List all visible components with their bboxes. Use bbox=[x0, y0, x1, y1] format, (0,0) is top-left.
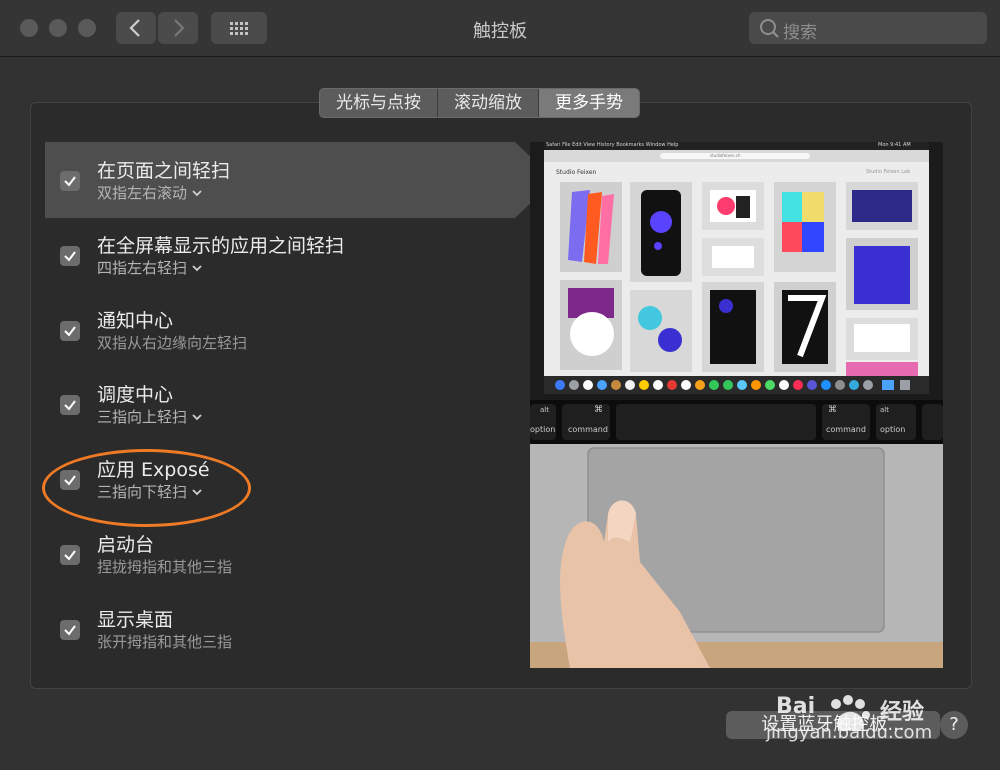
gesture-description: 双指从右边缘向左轻扫 bbox=[97, 334, 248, 352]
gesture-description: 捏拢拇指和其他三指 bbox=[97, 558, 233, 576]
gesture-option-label: 三指向上轻扫 bbox=[97, 408, 188, 426]
checkmark-icon bbox=[64, 625, 76, 636]
key-label: command bbox=[568, 425, 608, 434]
title-bar: 触控板 搜索 bbox=[0, 0, 1000, 57]
key-label: ⌘ bbox=[594, 405, 603, 415]
chevron-down-icon bbox=[192, 264, 202, 271]
checkmark-icon bbox=[64, 550, 76, 561]
search-icon bbox=[760, 19, 779, 38]
tab-more-gestures[interactable]: 更多手势 bbox=[539, 89, 639, 117]
gesture-title: 显示桌面 bbox=[97, 609, 174, 631]
checkmark-icon bbox=[64, 400, 76, 411]
preview-clock: Mon 9:41 AM bbox=[878, 142, 911, 148]
gesture-option-dropdown[interactable]: 三指向上轻扫 bbox=[97, 406, 203, 427]
gesture-title: 在页面之间轻扫 bbox=[97, 160, 231, 182]
checkmark-icon bbox=[64, 326, 76, 337]
search-placeholder: 搜索 bbox=[783, 23, 817, 43]
mission-control-checkbox[interactable] bbox=[60, 395, 80, 415]
fullscreen-apps-checkbox[interactable] bbox=[60, 246, 80, 266]
gesture-preview-illustration bbox=[530, 142, 943, 668]
search-field[interactable]: 搜索 bbox=[749, 12, 987, 44]
gesture-title: 调度中心 bbox=[97, 384, 174, 406]
gesture-description: 张开拇指和其他三指 bbox=[97, 633, 233, 651]
watermark-url: jingyan.baidu.com bbox=[766, 722, 933, 743]
gesture-title: 启动台 bbox=[97, 534, 155, 556]
tab-scroll-zoom[interactable]: 滚动缩放 bbox=[438, 89, 539, 117]
checkmark-icon bbox=[64, 176, 76, 187]
key-label: option bbox=[530, 425, 556, 434]
gesture-row-show-desktop[interactable]: 显示桌面 张开拇指和其他三指 bbox=[45, 591, 515, 667]
checkmark-icon bbox=[64, 251, 76, 262]
watermark-brand: Bai bbox=[776, 694, 816, 719]
preview-site-right: Studio Feixen Lab bbox=[866, 169, 911, 175]
key-label: alt bbox=[880, 406, 889, 414]
annotation-circle bbox=[42, 449, 251, 527]
show-desktop-checkbox[interactable] bbox=[60, 620, 80, 640]
key-label: alt bbox=[540, 406, 549, 414]
preview-menubar: Safari File Edit View History Bookmarks … bbox=[546, 142, 679, 148]
key-label: command bbox=[826, 425, 866, 434]
swipe-pages-checkbox[interactable] bbox=[60, 171, 80, 191]
gesture-option-label: 四指左右轻扫 bbox=[97, 259, 188, 277]
key-label: ⌘ bbox=[828, 405, 837, 415]
gesture-row-launchpad[interactable]: 启动台 捏拢拇指和其他三指 bbox=[45, 516, 515, 592]
gesture-row-fullscreen-apps[interactable]: 在全屏幕显示的应用之间轻扫 四指左右轻扫 bbox=[45, 217, 515, 293]
preview-site-title: Studio Feixen bbox=[556, 169, 597, 176]
gesture-title: 通知中心 bbox=[97, 310, 174, 332]
notification-center-checkbox[interactable] bbox=[60, 321, 80, 341]
gesture-title: 在全屏幕显示的应用之间轻扫 bbox=[97, 235, 345, 257]
gesture-option-dropdown[interactable]: 四指左右轻扫 bbox=[97, 257, 203, 278]
gesture-option-label: 双指左右滚动 bbox=[97, 184, 188, 202]
launchpad-checkbox[interactable] bbox=[60, 545, 80, 565]
gesture-row-swipe-pages[interactable]: 在页面之间轻扫 双指左右滚动 bbox=[45, 142, 555, 218]
gesture-preview-video: Safari File Edit View History Bookmarks … bbox=[530, 142, 943, 668]
gesture-row-mission-control[interactable]: 调度中心 三指向上轻扫 bbox=[45, 366, 515, 442]
key-label: option bbox=[880, 425, 906, 434]
tab-point-click[interactable]: 光标与点按 bbox=[320, 89, 438, 117]
gesture-option-dropdown[interactable]: 双指左右滚动 bbox=[97, 182, 203, 203]
gesture-row-notification-center[interactable]: 通知中心 双指从右边缘向左轻扫 bbox=[45, 292, 515, 368]
tab-bar: 光标与点按 滚动缩放 更多手势 bbox=[319, 88, 640, 118]
preferences-window: 触控板 搜索 光标与点按 滚动缩放 更多手势 在页面之间轻扫 双指左右滚动 在全… bbox=[0, 0, 1000, 770]
preview-url: studiofeixen.ch bbox=[710, 153, 741, 158]
chevron-down-icon bbox=[192, 189, 202, 196]
chevron-down-icon bbox=[192, 413, 202, 420]
